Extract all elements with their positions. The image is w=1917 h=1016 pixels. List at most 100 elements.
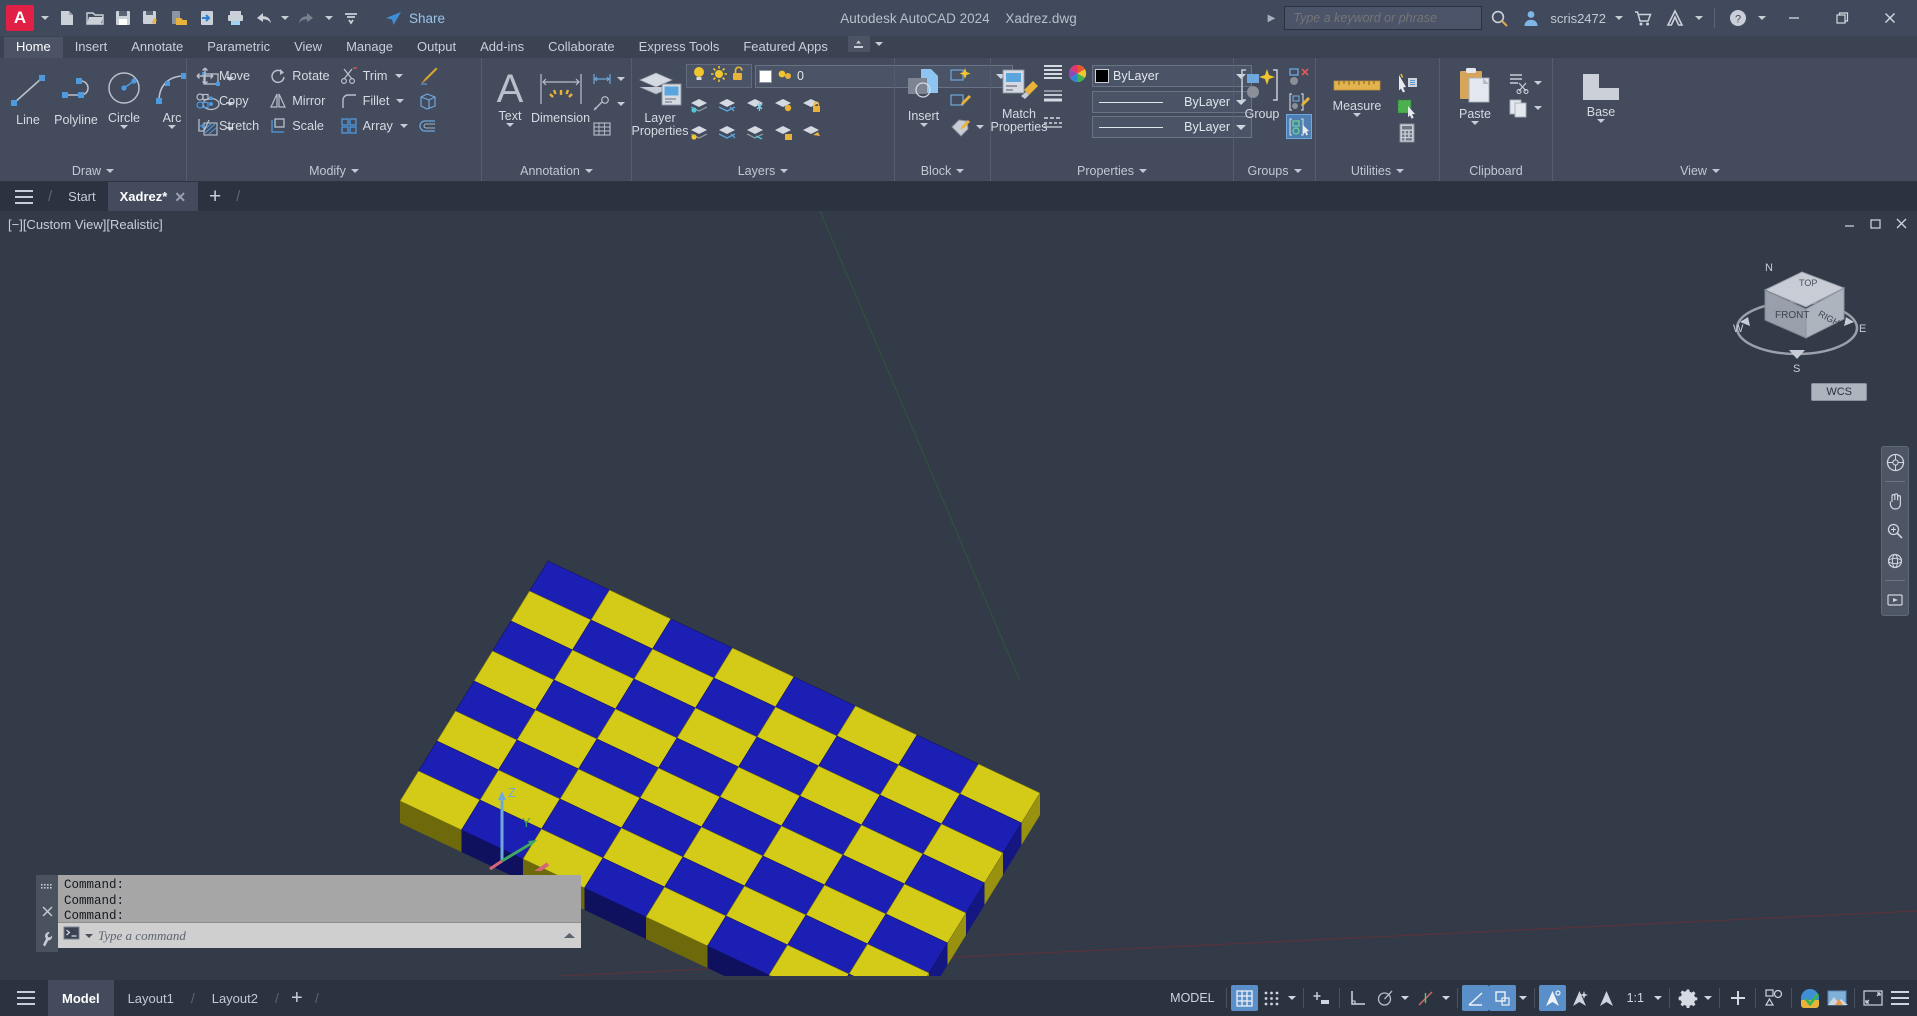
- command-line-window[interactable]: Command: Command: Command: Type a comman…: [36, 875, 581, 952]
- group-edit-icon[interactable]: [1286, 89, 1312, 114]
- orbit-icon[interactable]: [1884, 550, 1906, 572]
- panel-label-draw[interactable]: Draw: [0, 160, 186, 181]
- command-line-close-icon[interactable]: [41, 905, 54, 923]
- layer-unisolate-icon[interactable]: [714, 91, 740, 116]
- ribbon-tab-featured-apps[interactable]: Featured Apps: [731, 37, 840, 58]
- panel-label-block[interactable]: Block: [895, 160, 990, 181]
- save-to-cloud-icon[interactable]: [166, 4, 192, 32]
- linear-dimension-icon[interactable]: [589, 66, 615, 91]
- modify-scale-button[interactable]: Scale: [264, 113, 334, 138]
- layer-state-icons[interactable]: [686, 64, 752, 88]
- restore-window-button[interactable]: [1819, 0, 1865, 36]
- command-input-row[interactable]: Type a command: [58, 923, 581, 948]
- group-selection-on-icon[interactable]: [1286, 114, 1312, 139]
- search-input-wrapper[interactable]: [1284, 6, 1483, 30]
- sun-icon[interactable]: [710, 65, 728, 88]
- draw-circle-button[interactable]: Circle: [100, 66, 148, 129]
- grid-display-toggle[interactable]: [1230, 985, 1258, 1011]
- drawing-canvas[interactable]: [−][Custom View][Realistic] Z Y W E S TO…: [0, 211, 1917, 980]
- lineweight-toggle[interactable]: [1593, 985, 1620, 1011]
- layer-lock-icon[interactable]: [798, 91, 824, 116]
- ungroup-icon[interactable]: [1286, 64, 1312, 89]
- panel-label-groups[interactable]: Groups: [1234, 160, 1315, 181]
- linear-dimension-dropdown-icon[interactable]: [615, 76, 627, 81]
- 3d-box-icon[interactable]: [415, 88, 441, 113]
- panel-label-properties[interactable]: Properties: [991, 160, 1233, 181]
- minimize-window-button[interactable]: [1771, 0, 1817, 36]
- object-snap-tracking-dropdown-icon[interactable]: [1516, 985, 1530, 1011]
- layer-thaw-icon[interactable]: [714, 119, 740, 144]
- clipboard-paste-dropdown-icon[interactable]: [1471, 121, 1479, 125]
- new-file-tab-button[interactable]: +: [198, 182, 232, 211]
- modify-array-button[interactable]: Array: [335, 113, 415, 138]
- file-tab-menu-icon[interactable]: [4, 182, 44, 211]
- draw-line-button[interactable]: Line: [4, 66, 52, 127]
- quick-calc-select-icon[interactable]: [1394, 95, 1420, 120]
- panel-label-clipboard[interactable]: Clipboard: [1440, 160, 1552, 181]
- customization-plus-icon[interactable]: [1724, 985, 1751, 1011]
- help-icon[interactable]: ?: [1723, 4, 1753, 32]
- open-folder-icon[interactable]: [82, 4, 108, 32]
- save-icon[interactable]: [110, 4, 136, 32]
- utilities-measure-dropdown-icon[interactable]: [1353, 113, 1361, 117]
- create-block-icon[interactable]: [948, 64, 974, 89]
- autodesk-app-icon[interactable]: [1660, 4, 1690, 32]
- ribbon-tab-insert[interactable]: Insert: [63, 37, 120, 58]
- copy-clip-dropdown-icon[interactable]: [1532, 105, 1544, 110]
- viewport-label[interactable]: [−][Custom View][Realistic]: [8, 217, 163, 232]
- layout-tab-model[interactable]: Model: [48, 980, 114, 1016]
- properties-list-icon[interactable]: [1043, 64, 1063, 85]
- object-snap-dropdown-icon[interactable]: [1439, 985, 1453, 1011]
- layer-freeze-icon[interactable]: [742, 91, 768, 116]
- block-insert-button[interactable]: Insert: [899, 64, 948, 127]
- 3d-object-snap-toggle[interactable]: [1461, 985, 1489, 1011]
- unlock-icon[interactable]: [730, 65, 748, 88]
- modify-array-dropdown-icon[interactable]: [398, 123, 410, 128]
- zoom-extents-icon[interactable]: [1884, 520, 1906, 542]
- ribbon-tab-collaborate[interactable]: Collaborate: [536, 37, 627, 58]
- utilities-measure-button[interactable]: Measure: [1320, 70, 1394, 117]
- command-line-grip[interactable]: [36, 875, 58, 952]
- panel-label-layers[interactable]: Layers: [632, 160, 894, 181]
- layer-properties-button[interactable]: Layer Properties: [632, 64, 689, 138]
- annotation-scale-dropdown-icon[interactable]: [1651, 985, 1665, 1011]
- share-button[interactable]: Share: [376, 7, 453, 30]
- object-snap-tracking-toggle[interactable]: [1488, 985, 1516, 1011]
- save-as-icon[interactable]: [138, 4, 164, 32]
- panel-label-view[interactable]: View: [1553, 160, 1917, 181]
- autodesk-logo-icon[interactable]: A: [6, 5, 34, 31]
- cut-icon[interactable]: [1506, 70, 1532, 95]
- panel-label-annotation[interactable]: Annotation: [482, 160, 631, 181]
- dynamic-ucs-toggle[interactable]: [1538, 985, 1566, 1011]
- customization-menu-icon[interactable]: [1886, 985, 1913, 1011]
- command-line-settings-wrench-icon[interactable]: [40, 931, 54, 952]
- chessboard-3d-model[interactable]: [0, 211, 1917, 976]
- panel-label-utilities[interactable]: Utilities: [1316, 160, 1439, 181]
- dynamic-input-toggle[interactable]: [1566, 985, 1593, 1011]
- linewidth-combo[interactable]: ByLayer: [1092, 91, 1252, 113]
- ribbon-tab-output[interactable]: Output: [405, 37, 468, 58]
- edit-block-icon[interactable]: [948, 89, 974, 114]
- infer-constraints-toggle[interactable]: [1308, 985, 1335, 1011]
- undo-icon[interactable]: [250, 4, 276, 32]
- erase-pencil-icon[interactable]: [415, 63, 441, 88]
- undo-dropdown-icon[interactable]: [278, 4, 292, 32]
- color-wheel-icon[interactable]: [1068, 64, 1087, 88]
- modify-rotate-button[interactable]: Rotate: [264, 63, 334, 88]
- viewport-close-icon[interactable]: [1895, 217, 1909, 231]
- layout-tab-layout1[interactable]: Layout1: [114, 980, 188, 1016]
- command-expand-icon[interactable]: [563, 927, 576, 945]
- command-input-placeholder[interactable]: Type a command: [98, 928, 559, 944]
- annotation-text-dropdown-icon[interactable]: [506, 123, 514, 127]
- clipboard-paste-button[interactable]: Paste: [1444, 64, 1506, 125]
- draw-arc-dropdown-icon[interactable]: [168, 125, 176, 129]
- user-name-label[interactable]: scris2472: [1548, 11, 1610, 26]
- polar-tracking-dropdown-icon[interactable]: [1398, 985, 1412, 1011]
- file-tab-start[interactable]: Start: [56, 182, 107, 211]
- command-prompt-icon[interactable]: [63, 926, 80, 945]
- draw-polyline-button[interactable]: Polyline: [52, 66, 100, 127]
- file-tab-close-icon[interactable]: ✕: [174, 190, 186, 204]
- modify-move-button[interactable]: Move: [191, 63, 264, 88]
- leader-icon[interactable]: [589, 91, 615, 116]
- modify-mirror-button[interactable]: Mirror: [264, 88, 334, 113]
